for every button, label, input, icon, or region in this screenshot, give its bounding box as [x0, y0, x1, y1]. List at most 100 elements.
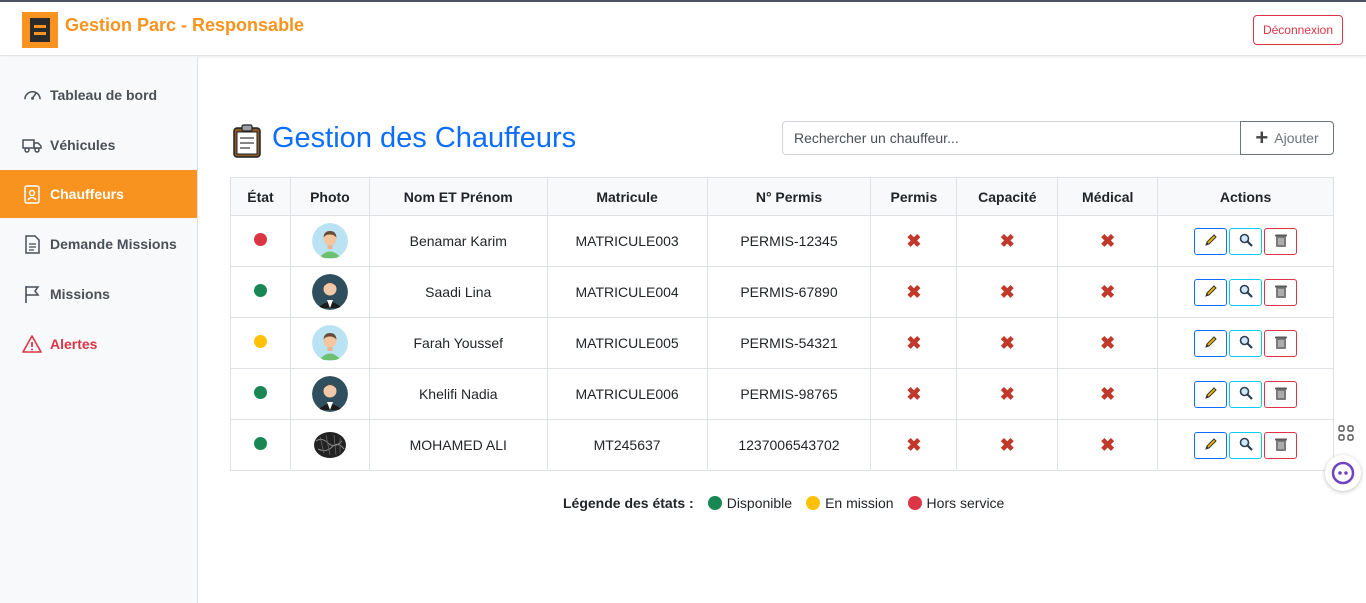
driver-avatar[interactable] [311, 325, 348, 361]
table-row[interactable]: Saadi Lina MATRICULE004 PERMIS-67890 ✖ ✖ ✖ [230, 266, 1334, 318]
driver-avatar[interactable] [311, 376, 348, 412]
magnifier-icon [1238, 436, 1254, 455]
flag-icon [22, 284, 42, 304]
pencil-icon [1203, 385, 1219, 404]
view-button[interactable] [1229, 227, 1263, 255]
cross-icon: ✖ [906, 332, 922, 353]
sidebar-item-missions[interactable]: Missions [0, 270, 197, 318]
name-cell: MOHAMED ALI [368, 419, 548, 471]
logout-button[interactable]: Déconnexion [1253, 15, 1343, 45]
gauge-icon [22, 85, 42, 105]
legend-item-en-mission: En mission [806, 495, 894, 511]
status-dot [253, 233, 267, 246]
header-photo[interactable]: Photo [289, 177, 370, 216]
photo-cell [289, 215, 370, 267]
header-permis[interactable]: Permis [870, 177, 958, 216]
driver-avatar[interactable] [311, 223, 348, 259]
permis-cell: ✖ [870, 368, 958, 420]
name-cell: Farah Youssef [368, 317, 548, 369]
actions-cell [1157, 215, 1334, 267]
trash-icon [1273, 283, 1289, 302]
app-title[interactable]: Gestion Parc - Responsable [65, 15, 304, 36]
header-medical[interactable]: Médical [1057, 177, 1159, 216]
drivers-table: État Photo Nom ET Prénom Matricule N° Pe… [230, 177, 1334, 471]
cross-icon: ✖ [999, 230, 1015, 251]
table-row[interactable]: Khelifi Nadia MATRICULE006 PERMIS-98765 ✖ ✖ ✖ [230, 368, 1334, 420]
permis-cell: ✖ [870, 215, 958, 267]
pencil-icon [1203, 334, 1219, 353]
edit-button[interactable] [1194, 380, 1228, 408]
add-driver-button[interactable]: + Ajouter [1240, 121, 1334, 155]
header-capacite[interactable]: Capacité [956, 177, 1059, 216]
header-etat[interactable]: État [230, 177, 291, 216]
assistant-bot-icon[interactable] [1325, 455, 1361, 491]
permis-num-cell: PERMIS-12345 [706, 215, 872, 267]
sidebar-item-label: Alertes [50, 336, 98, 352]
cross-icon: ✖ [1100, 383, 1116, 404]
status-legend: Légende des états : Disponible En missio… [563, 495, 1018, 511]
delete-button[interactable] [1264, 278, 1298, 306]
sidebar-item-chauffeurs[interactable]: Chauffeurs [0, 170, 197, 218]
cross-icon: ✖ [999, 434, 1015, 455]
delete-button[interactable] [1264, 380, 1298, 408]
edit-button[interactable] [1194, 431, 1228, 459]
legend-item-label: Disponible [726, 495, 793, 511]
sidebar-item-label: Demande Missions [50, 236, 177, 252]
sidebar-item-vehicules[interactable]: Véhicules [0, 121, 197, 169]
edit-button[interactable] [1194, 227, 1228, 255]
matricule-cell: MATRICULE006 [546, 368, 708, 420]
legend-label: Légende des états : [563, 495, 694, 511]
delete-button[interactable] [1264, 227, 1298, 255]
view-button[interactable] [1229, 278, 1263, 306]
cross-icon: ✖ [1100, 230, 1116, 251]
cross-icon: ✖ [1100, 434, 1116, 455]
table-row[interactable]: Benamar Karim MATRICULE003 PERMIS-12345 ✖ ✖ ✖ [230, 215, 1334, 267]
driver-avatar[interactable] [311, 427, 348, 463]
cross-icon: ✖ [999, 332, 1015, 353]
medical-cell: ✖ [1057, 419, 1159, 471]
cross-icon: ✖ [906, 230, 922, 251]
delete-button[interactable] [1264, 431, 1298, 459]
medical-cell: ✖ [1057, 215, 1159, 267]
header-permis-num[interactable]: N° Permis [706, 177, 872, 216]
edit-button[interactable] [1194, 278, 1228, 306]
cross-icon: ✖ [1100, 281, 1116, 302]
header-nom[interactable]: Nom ET Prénom [368, 177, 548, 216]
medical-cell: ✖ [1057, 368, 1159, 420]
photo-cell [289, 419, 370, 471]
table-row[interactable]: Farah Youssef MATRICULE005 PERMIS-54321 ✖ ✖ ✖ [230, 317, 1334, 369]
cross-icon: ✖ [906, 434, 922, 455]
sidebar-item-demande-missions[interactable]: Demande Missions [0, 220, 197, 268]
sidebar: Tableau de bord Véhicules Chauffeurs Dem… [0, 57, 198, 603]
capacite-cell: ✖ [956, 266, 1059, 318]
status-dot [253, 437, 267, 450]
header-actions: Actions [1157, 177, 1334, 216]
legend-item-hors-service: Hors service [907, 495, 1005, 511]
matricule-cell: MT245637 [546, 419, 708, 471]
search-input[interactable] [782, 121, 1242, 155]
view-button[interactable] [1229, 380, 1263, 408]
photo-cell [289, 266, 370, 318]
view-button[interactable] [1229, 431, 1263, 459]
apps-grid-icon[interactable] [1334, 420, 1358, 446]
id-badge-icon [22, 184, 42, 204]
document-icon [22, 234, 42, 254]
legend-dot [907, 496, 922, 510]
legend-dot [707, 496, 722, 510]
capacite-cell: ✖ [956, 419, 1059, 471]
sidebar-item-dashboard[interactable]: Tableau de bord [0, 71, 197, 119]
sidebar-item-alertes[interactable]: Alertes [0, 320, 197, 368]
name-cell: Benamar Karim [368, 215, 548, 267]
app-logo[interactable] [22, 12, 58, 48]
delete-button[interactable] [1264, 329, 1298, 357]
driver-avatar[interactable] [311, 274, 348, 310]
view-button[interactable] [1229, 329, 1263, 357]
cross-icon: ✖ [1100, 332, 1116, 353]
table-row[interactable]: MOHAMED ALI MT245637 1237006543702 ✖ ✖ ✖ [230, 419, 1334, 471]
header-matricule[interactable]: Matricule [546, 177, 708, 216]
magnifier-icon [1238, 385, 1254, 404]
sidebar-item-label: Véhicules [50, 137, 116, 153]
edit-button[interactable] [1194, 329, 1228, 357]
legend-item-label: Hors service [926, 495, 1005, 511]
cross-icon: ✖ [999, 281, 1015, 302]
